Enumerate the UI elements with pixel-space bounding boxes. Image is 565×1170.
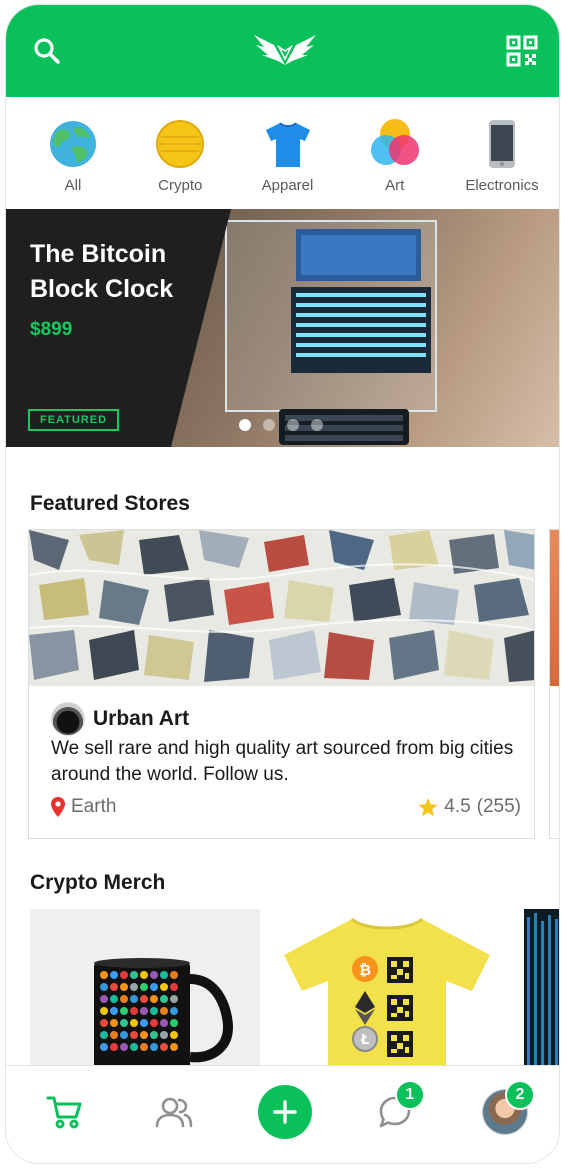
svg-text:₿: ₿ <box>359 961 371 979</box>
app-screen: All Crypto Apparel Art Electronics The B… <box>5 4 560 1164</box>
phone-icon <box>489 120 515 168</box>
store-card[interactable]: Urban Art We sell rare and high quality … <box>28 529 535 839</box>
tab-profile[interactable]: 2 <box>477 1079 535 1140</box>
coin-icon <box>156 120 205 168</box>
cart-icon <box>46 1096 82 1128</box>
category-crypto[interactable]: Crypto <box>135 117 225 209</box>
globe-icon <box>50 121 96 167</box>
store-review-count: (255) <box>476 796 521 817</box>
category-label: Art <box>385 177 405 194</box>
product-card-tshirt[interactable]: ₿ Ł <box>272 909 502 1067</box>
store-description: We sell rare and high quality art source… <box>51 738 514 785</box>
crypto-merch-heading: Crypto Merch <box>30 871 166 894</box>
store-rating: 4.5 (255) <box>418 796 521 818</box>
category-bar: All Crypto Apparel Art Electronics <box>6 97 559 209</box>
location-pin-icon <box>51 797 65 817</box>
category-art[interactable]: Art <box>350 117 440 209</box>
store-meta: Earth 4.5 (255) <box>51 796 521 818</box>
wings-logo-icon <box>253 34 316 65</box>
store-header: Urban Art <box>51 702 189 736</box>
plus-icon <box>272 1099 297 1124</box>
product-card-next[interactable] <box>524 909 559 1067</box>
carousel-dot[interactable] <box>287 419 299 431</box>
tab-messages[interactable]: 1 <box>367 1079 425 1140</box>
carousel-indicator[interactable] <box>239 419 323 431</box>
tshirt-icon <box>265 122 310 167</box>
qr-scan-button[interactable] <box>505 34 539 68</box>
search-button[interactable] <box>30 34 64 68</box>
category-label: Apparel <box>261 177 314 194</box>
featured-banner[interactable]: The Bitcoin Block Clock $899 FEATURED <box>6 209 559 447</box>
featured-stores-heading: Featured Stores <box>30 492 190 515</box>
bottom-tab-bar: 1 2 <box>6 1065 559 1163</box>
store-card-next[interactable] <box>549 529 559 839</box>
profile-badge: 2 <box>505 1079 535 1110</box>
product-image <box>527 913 558 1067</box>
category-apparel[interactable]: Apparel <box>243 117 333 209</box>
people-icon <box>155 1097 193 1127</box>
featured-badge: FEATURED <box>28 409 120 431</box>
store-location-text: Earth <box>71 796 117 817</box>
store-rating-value: 4.5 <box>444 796 471 817</box>
tab-shop[interactable] <box>36 1084 92 1140</box>
search-icon <box>34 38 60 64</box>
category-all[interactable]: All <box>28 117 118 209</box>
store-cover-image <box>550 530 559 686</box>
category-label: Crypto <box>158 177 203 194</box>
add-button[interactable] <box>257 1084 312 1139</box>
category-label: Electronics <box>465 177 539 194</box>
svg-text:Ł: Ł <box>360 1033 369 1048</box>
messages-badge: 1 <box>394 1079 425 1110</box>
store-name[interactable]: Urban Art <box>93 707 189 731</box>
banner-title: The Bitcoin Block Clock <box>30 240 174 303</box>
store-avatar <box>51 702 85 736</box>
carousel-dot[interactable] <box>239 419 251 431</box>
store-cover-image <box>29 530 534 686</box>
tab-add[interactable] <box>257 1084 313 1140</box>
tshirt-image: ₿ Ł <box>284 917 490 1067</box>
top-header <box>6 5 559 97</box>
qr-code-icon <box>506 35 538 67</box>
banner-price: $899 <box>30 319 73 340</box>
category-electronics[interactable]: Electronics <box>457 117 547 209</box>
carousel-dot[interactable] <box>311 419 323 431</box>
carousel-dot[interactable] <box>263 419 275 431</box>
product-card-mug[interactable] <box>30 909 260 1067</box>
mug-image <box>94 958 234 1067</box>
tab-people[interactable] <box>146 1084 202 1140</box>
star-icon <box>418 797 438 816</box>
color-circles-icon <box>370 119 419 165</box>
category-label: All <box>64 177 82 194</box>
store-location: Earth <box>51 796 116 818</box>
app-logo[interactable] <box>252 31 318 72</box>
